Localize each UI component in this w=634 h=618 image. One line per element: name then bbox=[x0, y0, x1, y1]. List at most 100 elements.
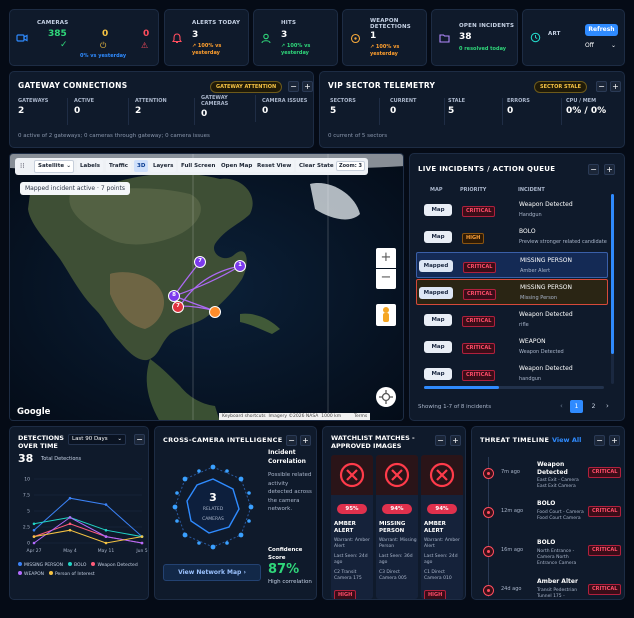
confidence-score: 87% bbox=[268, 562, 300, 577]
incident-row[interactable]: Mapped CRITICAL MISSING PERSON Amber Ale… bbox=[416, 251, 608, 278]
traffic-button[interactable]: Traffic bbox=[106, 160, 131, 172]
range-select[interactable]: Last 90 Days ⌄ bbox=[68, 434, 126, 445]
watch-last-seen: Last Seen: 24d ago bbox=[334, 554, 368, 565]
add-button[interactable]: + bbox=[302, 81, 313, 92]
collapse-button[interactable]: − bbox=[286, 435, 297, 446]
timeline-item[interactable]: 16m ago BOLO North Entrance - Camera Nor… bbox=[472, 539, 624, 578]
x-tick-label: Jun 5 bbox=[135, 548, 147, 554]
legend-item[interactable]: WEAPON bbox=[18, 570, 44, 579]
incident-title: BOLO bbox=[519, 228, 536, 236]
stat-camera-issues: CAMERA ISSUES 0 bbox=[262, 98, 308, 116]
stat-current: CURRENT 0 bbox=[390, 98, 445, 125]
incident-row[interactable]: Map CRITICAL Weapon Detected Handgun bbox=[416, 197, 608, 223]
collapse-button[interactable]: − bbox=[596, 81, 607, 92]
incident-title: WEAPON bbox=[519, 338, 546, 345]
zoom-out-button[interactable]: − bbox=[376, 269, 396, 289]
map-button[interactable]: Map bbox=[424, 204, 452, 216]
open-map-button[interactable]: Open Map bbox=[218, 160, 256, 172]
map-marker[interactable]: 7 bbox=[194, 256, 206, 268]
col-map: MAP bbox=[430, 187, 443, 193]
collapse-button[interactable]: − bbox=[134, 434, 145, 445]
zoom-in-button[interactable]: + bbox=[376, 248, 396, 268]
incidents-value: 38 bbox=[459, 32, 472, 42]
add-button[interactable]: + bbox=[450, 435, 461, 446]
legend-item[interactable]: MISSING PERSON bbox=[18, 561, 63, 570]
timeline-title: THREAT TIMELINE bbox=[480, 436, 550, 444]
auto-refresh-select[interactable]: Off ⌄ bbox=[585, 42, 618, 53]
incident-row[interactable]: Map HIGH BOLO Preview stronger related c… bbox=[416, 224, 608, 250]
collapse-button[interactable]: − bbox=[588, 164, 599, 175]
map-button[interactable]: Map bbox=[424, 313, 452, 326]
layers-button[interactable]: Layers bbox=[150, 160, 177, 172]
mapped-button[interactable]: Mapped bbox=[419, 259, 453, 272]
timeline-item[interactable]: 7m ago Weapon Detected East Exit - Camer… bbox=[472, 461, 624, 500]
next-page-button[interactable]: › bbox=[606, 402, 609, 410]
clear-state-button[interactable]: Clear State bbox=[296, 160, 337, 172]
alerts-card[interactable]: ALERTS TODAY 3 ↗ 100% vs yesterday bbox=[164, 9, 249, 66]
add-button[interactable]: + bbox=[300, 435, 311, 446]
camera-icon bbox=[16, 32, 28, 44]
shortcuts-link[interactable]: Keyboard shortcuts bbox=[222, 414, 266, 419]
watchlist-card[interactable]: 94% AMBER ALERT Warrant: Amber Alert Las… bbox=[421, 455, 463, 599]
vertical-scrollbar[interactable] bbox=[611, 194, 614, 384]
labels-button[interactable]: Labels bbox=[77, 160, 104, 172]
incidents-card[interactable]: OPEN INCIDENTS 38 0 resolved today bbox=[431, 9, 518, 66]
page-1-button[interactable]: 1 bbox=[570, 400, 583, 413]
prev-page-button[interactable]: ‹ bbox=[560, 402, 563, 410]
collapse-button[interactable]: − bbox=[288, 81, 299, 92]
legend-item[interactable]: Weapon Detected bbox=[91, 561, 138, 570]
add-button[interactable]: + bbox=[609, 435, 620, 446]
map-marker[interactable]: 7 bbox=[172, 301, 184, 313]
view-network-map-button[interactable]: View Network Map › bbox=[163, 564, 261, 581]
cameras-card[interactable]: CAMERAS 385 0 0 ✓ ⏻ ⚠ 0% vs yesterday bbox=[9, 9, 159, 66]
map-button[interactable]: Map bbox=[424, 341, 452, 353]
view-all-link[interactable]: View All bbox=[552, 436, 581, 444]
gateway-title: GATEWAY CONNECTIONS bbox=[18, 81, 128, 90]
vip-footer: 0 current of 5 sectors bbox=[328, 133, 388, 139]
watchlist-card[interactable]: 95% AMBER ALERT Warrant: Amber Alert Las… bbox=[331, 455, 373, 599]
refresh-button[interactable]: Refresh bbox=[585, 24, 618, 36]
data-point bbox=[32, 522, 36, 526]
map-marker[interactable]: 1 bbox=[234, 260, 246, 272]
street-view-icon[interactable] bbox=[376, 304, 396, 326]
timeline-dot-icon bbox=[483, 546, 494, 557]
timeline-item[interactable]: 24d ago Amber Alter Transit Pedestrian T… bbox=[472, 578, 624, 599]
mapped-button[interactable]: Mapped bbox=[419, 287, 453, 300]
add-button[interactable]: + bbox=[610, 81, 621, 92]
weapon-card[interactable]: WEAPON DETECTIONS 1 ↗ 100% vs yesterday bbox=[342, 9, 427, 66]
horizontal-scrollbar[interactable] bbox=[424, 386, 604, 389]
incident-subtitle: Preview stronger related candidate bbox=[519, 239, 607, 246]
map-panel[interactable]: ⁞⁞ Satellite ⌄ Labels Traffic 3D Layers … bbox=[9, 153, 404, 421]
map-button[interactable]: Map bbox=[424, 368, 452, 381]
weapon-value: 1 bbox=[370, 31, 377, 41]
auto-refresh-value: Off bbox=[585, 42, 594, 49]
reset-view-button[interactable]: Reset View bbox=[254, 160, 295, 172]
3d-button[interactable]: 3D bbox=[134, 160, 149, 172]
map-marker-orange[interactable] bbox=[209, 306, 221, 318]
add-button[interactable]: + bbox=[604, 164, 615, 175]
data-point bbox=[32, 535, 36, 538]
map-type-select[interactable]: Satellite ⌄ bbox=[34, 160, 74, 173]
legend-item[interactable]: Person of Interest bbox=[49, 570, 95, 579]
incident-row[interactable]: Mapped CRITICAL MISSING PERSON Missing P… bbox=[416, 279, 608, 306]
legend-item[interactable]: BOLO bbox=[67, 561, 86, 570]
incident-row[interactable]: Map CRITICAL Weapon Detected rifle bbox=[416, 307, 608, 333]
stat-stale: STALE 5 bbox=[448, 98, 503, 125]
fullscreen-button[interactable]: Full Screen bbox=[178, 160, 219, 172]
timeline-item[interactable]: 12m ago BOLO Food Court - Camera Food Co… bbox=[472, 500, 624, 539]
hits-card[interactable]: HITS 3 ↗ 100% vs yesterday bbox=[253, 9, 338, 66]
queue-title: LIVE INCIDENTS / ACTION QUEUE bbox=[418, 165, 556, 173]
cameras-label: CAMERAS bbox=[202, 517, 224, 522]
collapse-button[interactable]: − bbox=[594, 435, 605, 446]
drag-handle-icon[interactable]: ⁞⁞ bbox=[20, 162, 24, 170]
incident-row[interactable]: Map CRITICAL WEAPON Weapon Detected bbox=[416, 334, 608, 360]
art-card[interactable]: ART Refresh Off ⌄ bbox=[522, 9, 625, 66]
watchlist-card[interactable]: 94% MISSING PERSON Warrant: Missing Pers… bbox=[376, 455, 418, 599]
terms-link[interactable]: Terms bbox=[354, 414, 367, 419]
y-tick-label: 0 bbox=[27, 541, 30, 547]
incident-row[interactable]: Map CRITICAL Weapon Detected handgun bbox=[416, 361, 608, 387]
recenter-icon[interactable] bbox=[376, 387, 396, 407]
map-button[interactable]: Map bbox=[424, 231, 452, 244]
page-2-button[interactable]: 2 bbox=[587, 400, 600, 413]
collapse-button[interactable]: − bbox=[435, 435, 446, 446]
